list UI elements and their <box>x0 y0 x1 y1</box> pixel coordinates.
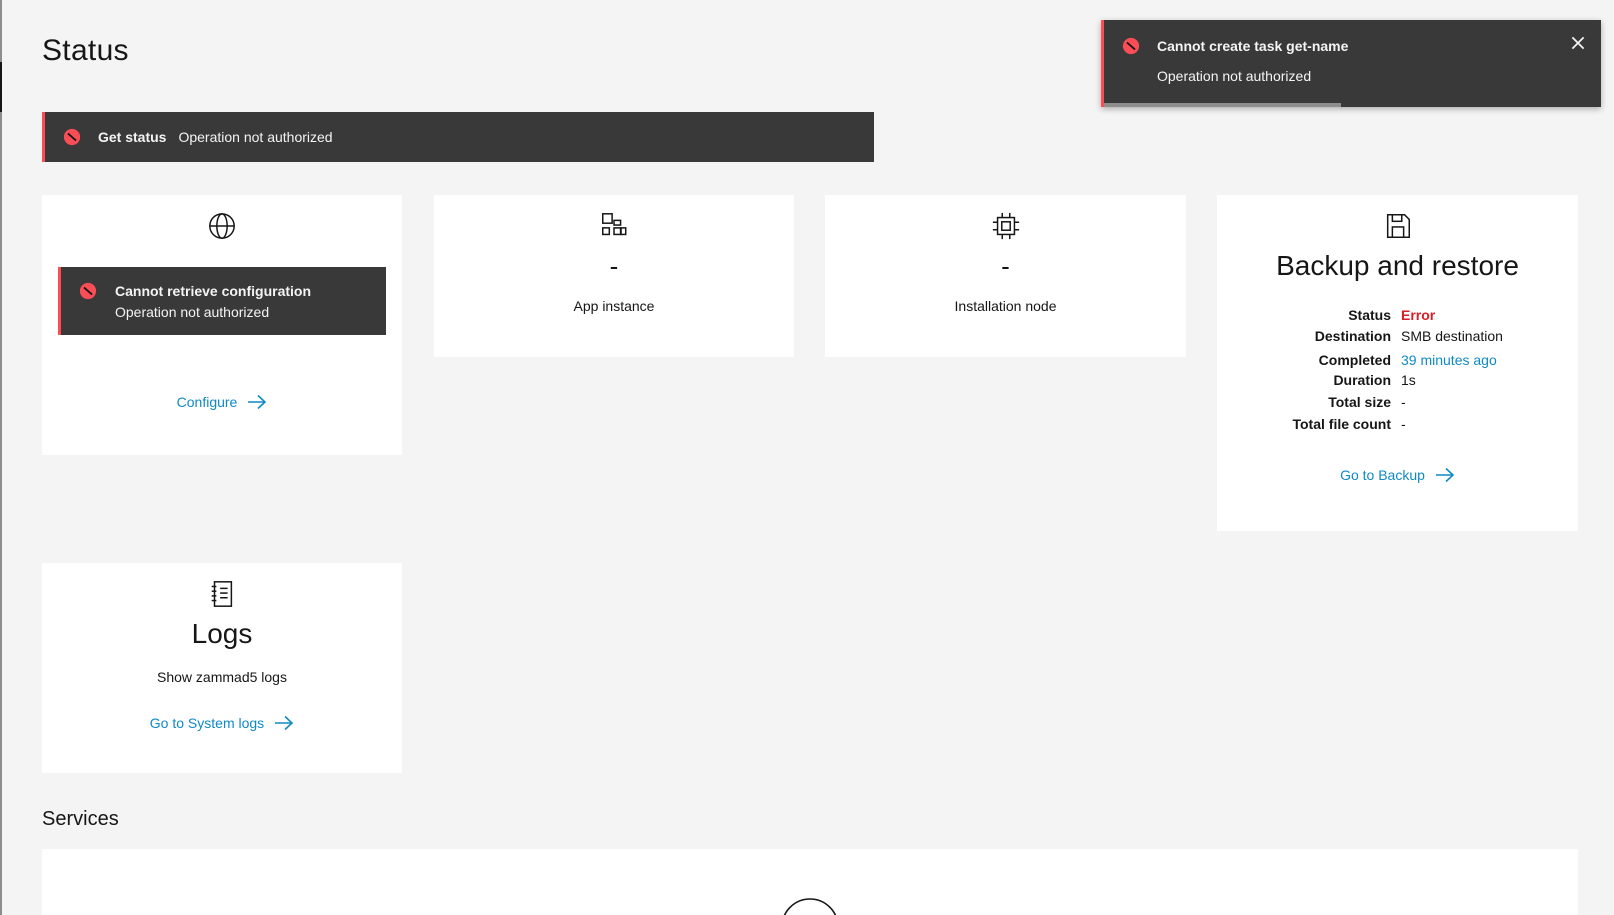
backup-detail-row: Completed 39 minutes ago <box>1217 352 1578 372</box>
backup-detail-row: Duration 1s <box>1217 372 1578 392</box>
configure-link[interactable]: Configure <box>42 394 402 410</box>
floppy-disk-icon <box>1386 214 1410 238</box>
chip-icon <box>992 212 1019 240</box>
app-instance-card: - App instance <box>434 195 794 357</box>
app-instance-label: App instance <box>573 298 655 314</box>
configuration-error-notification: Cannot retrieve configuration Operation … <box>58 267 386 335</box>
close-icon[interactable] <box>1569 34 1587 52</box>
toast-subtitle: Operation not authorized <box>1157 68 1312 84</box>
backup-detail-row: Status Error <box>1217 307 1578 327</box>
backup-card-title: Backup and restore <box>1276 250 1519 281</box>
toast-title: Cannot create task get-name <box>1157 38 1349 54</box>
configuration-error-title: Cannot retrieve configuration <box>115 283 312 299</box>
backup-completed-link[interactable]: 39 minutes ago <box>1401 352 1497 368</box>
arrow-right-icon <box>275 715 294 731</box>
app-instance-value: - <box>609 251 619 281</box>
backup-detail-row: Destination SMB destination <box>1217 328 1578 348</box>
configure-link-label: Configure <box>176 394 238 410</box>
backup-detail-key: Completed <box>1318 352 1391 368</box>
go-to-system-logs-link[interactable]: Go to System logs <box>42 715 402 731</box>
toast-notification: Cannot create task get-name Operation no… <box>1101 20 1601 107</box>
arrow-right-icon <box>1435 467 1455 483</box>
backup-detail-value: SMB destination <box>1401 328 1503 344</box>
toast-progress-bar <box>1104 103 1341 107</box>
arrow-right-icon <box>248 394 267 410</box>
backup-detail-row: Total file count - <box>1217 416 1578 436</box>
services-section-title: Services <box>42 808 119 830</box>
left-edge <box>0 0 2 915</box>
backup-detail-key: Duration <box>1333 372 1391 388</box>
add-circle-icon[interactable] <box>780 897 840 915</box>
notebook-icon <box>211 581 233 607</box>
backup-detail-row: Total size - <box>1217 394 1578 414</box>
go-to-system-logs-label: Go to System logs <box>149 715 265 731</box>
backup-detail-value: - <box>1401 394 1406 410</box>
page-title: Status <box>42 34 129 67</box>
logs-description: Show zammad5 logs <box>157 669 287 685</box>
configuration-error-subtitle: Operation not authorized <box>115 304 270 320</box>
backup-detail-key: Total file count <box>1292 416 1391 432</box>
globe-icon <box>209 213 235 239</box>
installation-node-label: Installation node <box>954 298 1057 314</box>
network-card: Cannot retrieve configuration Operation … <box>42 195 402 455</box>
backup-detail-key: Destination <box>1314 328 1391 344</box>
error-icon <box>1122 37 1140 55</box>
go-to-backup-label: Go to Backup <box>1340 467 1425 483</box>
notification-subtitle: Operation not authorized <box>178 129 333 145</box>
inline-error-notification: Get status Operation not authorized <box>42 112 874 162</box>
backup-card: Backup and restore Status Error Destinat… <box>1217 195 1578 531</box>
installation-node-card: - Installation node <box>825 195 1186 357</box>
go-to-backup-link[interactable]: Go to Backup <box>1217 467 1578 483</box>
error-icon <box>79 282 97 300</box>
services-card <box>42 849 1578 915</box>
installation-node-value: - <box>1001 251 1010 281</box>
left-edge-marker <box>0 62 2 112</box>
backup-detail-value: 1s <box>1401 372 1416 388</box>
backup-detail-value: - <box>1401 416 1406 432</box>
backup-detail-key: Total size <box>1328 394 1391 410</box>
logs-card: Logs Show zammad5 logs Go to System logs <box>42 563 402 773</box>
app-switcher-icon <box>602 213 627 236</box>
backup-detail-key: Status <box>1348 307 1391 323</box>
logs-card-title: Logs <box>191 618 253 649</box>
notification-title: Get status <box>98 129 167 145</box>
backup-status-value: Error <box>1401 307 1436 323</box>
error-icon <box>63 128 81 146</box>
